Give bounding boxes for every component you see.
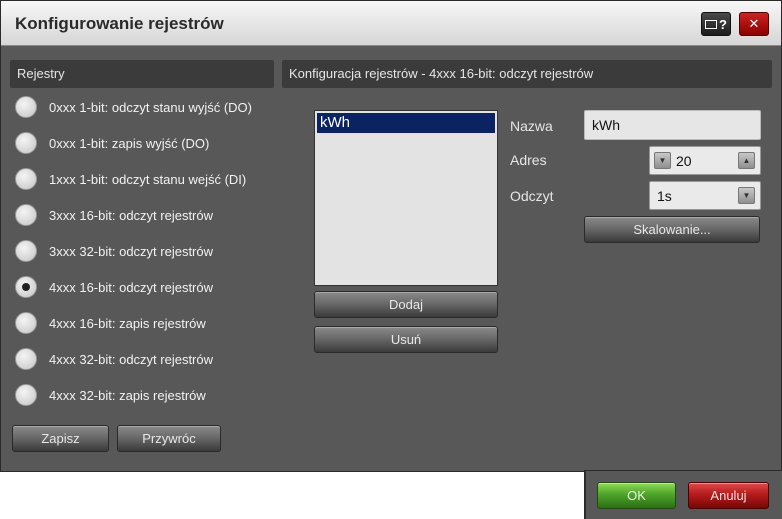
register-option-3[interactable]: 3xxx 16-bit: odczyt rejestrów	[15, 203, 213, 227]
cancel-button[interactable]: Anuluj	[688, 482, 769, 509]
register-option-label: 3xxx 32-bit: odczyt rejestrów	[49, 243, 214, 259]
add-button[interactable]: Dodaj	[314, 291, 498, 318]
address-label: Adres	[510, 152, 547, 168]
register-listbox[interactable]: kWh	[314, 110, 498, 286]
radio-button[interactable]	[15, 384, 37, 406]
radio-button[interactable]	[15, 348, 37, 370]
register-option-label: 1xxx 1-bit: odczyt stanu wejść (DI)	[49, 171, 247, 187]
radio-button[interactable]	[15, 132, 37, 154]
window-icon	[705, 19, 718, 29]
register-option-8[interactable]: 4xxx 32-bit: zapis rejestrów	[15, 383, 206, 407]
read-interval-value: 1s	[657, 188, 672, 204]
close-icon: ✕	[748, 16, 760, 31]
read-label: Odczyt	[510, 188, 554, 204]
dialog-footer: OK Anuluj	[584, 470, 782, 519]
register-option-label: 0xxx 1-bit: zapis wyjść (DO)	[49, 135, 210, 151]
name-input[interactable]: kWh	[584, 110, 761, 140]
close-button[interactable]: ✕	[739, 12, 769, 36]
dialog-window: Konfigurowanie rejestrów ? ✕ Rejestry 0x…	[0, 0, 782, 472]
register-option-label: 4xxx 16-bit: zapis rejestrów	[49, 315, 206, 331]
register-option-0[interactable]: 0xxx 1-bit: odczyt stanu wyjść (DO)	[15, 95, 252, 119]
register-option-1[interactable]: 0xxx 1-bit: zapis wyjść (DO)	[15, 131, 209, 155]
address-spinner[interactable]: ▼ 20 ▲	[649, 146, 761, 175]
registers-panel-header: Rejestry	[10, 60, 274, 88]
restore-button[interactable]: Przywróc	[117, 425, 221, 452]
radio-button-checked[interactable]	[15, 276, 37, 298]
ok-button[interactable]: OK	[597, 482, 676, 509]
register-option-6[interactable]: 4xxx 16-bit: zapis rejestrów	[15, 311, 206, 335]
register-option-2[interactable]: 1xxx 1-bit: odczyt stanu wejść (DI)	[15, 167, 246, 191]
radio-button[interactable]	[15, 204, 37, 226]
read-interval-select[interactable]: 1s ▼	[649, 181, 761, 210]
register-option-label: 4xxx 32-bit: zapis rejestrów	[49, 387, 206, 403]
title-bar: Konfigurowanie rejestrów ? ✕	[1, 1, 781, 46]
help-button[interactable]: ?	[701, 12, 731, 36]
increment-arrow-icon[interactable]: ▲	[738, 152, 755, 169]
radio-button[interactable]	[15, 168, 37, 190]
register-option-label: 4xxx 32-bit: odczyt rejestrów	[49, 351, 214, 367]
radio-button[interactable]	[15, 240, 37, 262]
dialog-title: Konfigurowanie rejestrów	[15, 14, 224, 33]
address-value: 20	[676, 153, 692, 169]
register-option-7[interactable]: 4xxx 32-bit: odczyt rejestrów	[15, 347, 213, 371]
register-option-label: 3xxx 16-bit: odczyt rejestrów	[49, 207, 214, 223]
chevron-down-icon[interactable]: ▼	[738, 187, 755, 204]
register-option-label: 0xxx 1-bit: odczyt stanu wyjść (DO)	[49, 99, 252, 115]
decrement-arrow-icon[interactable]: ▼	[654, 152, 671, 169]
name-label: Nazwa	[510, 118, 553, 134]
register-option-label: 4xxx 16-bit: odczyt rejestrów	[49, 279, 214, 295]
register-option-5[interactable]: 4xxx 16-bit: odczyt rejestrów	[15, 275, 213, 299]
save-button[interactable]: Zapisz	[12, 425, 109, 452]
help-icon: ?	[719, 16, 727, 32]
list-item-selected[interactable]: kWh	[317, 113, 495, 133]
radio-button[interactable]	[15, 312, 37, 334]
remove-button[interactable]: Usuń	[314, 326, 498, 353]
radio-button[interactable]	[15, 96, 37, 118]
config-panel-header: Konfiguracja rejestrów - 4xxx 16-bit: od…	[282, 60, 772, 88]
register-option-4[interactable]: 3xxx 32-bit: odczyt rejestrów	[15, 239, 213, 263]
scaling-button[interactable]: Skalowanie...	[584, 216, 760, 243]
